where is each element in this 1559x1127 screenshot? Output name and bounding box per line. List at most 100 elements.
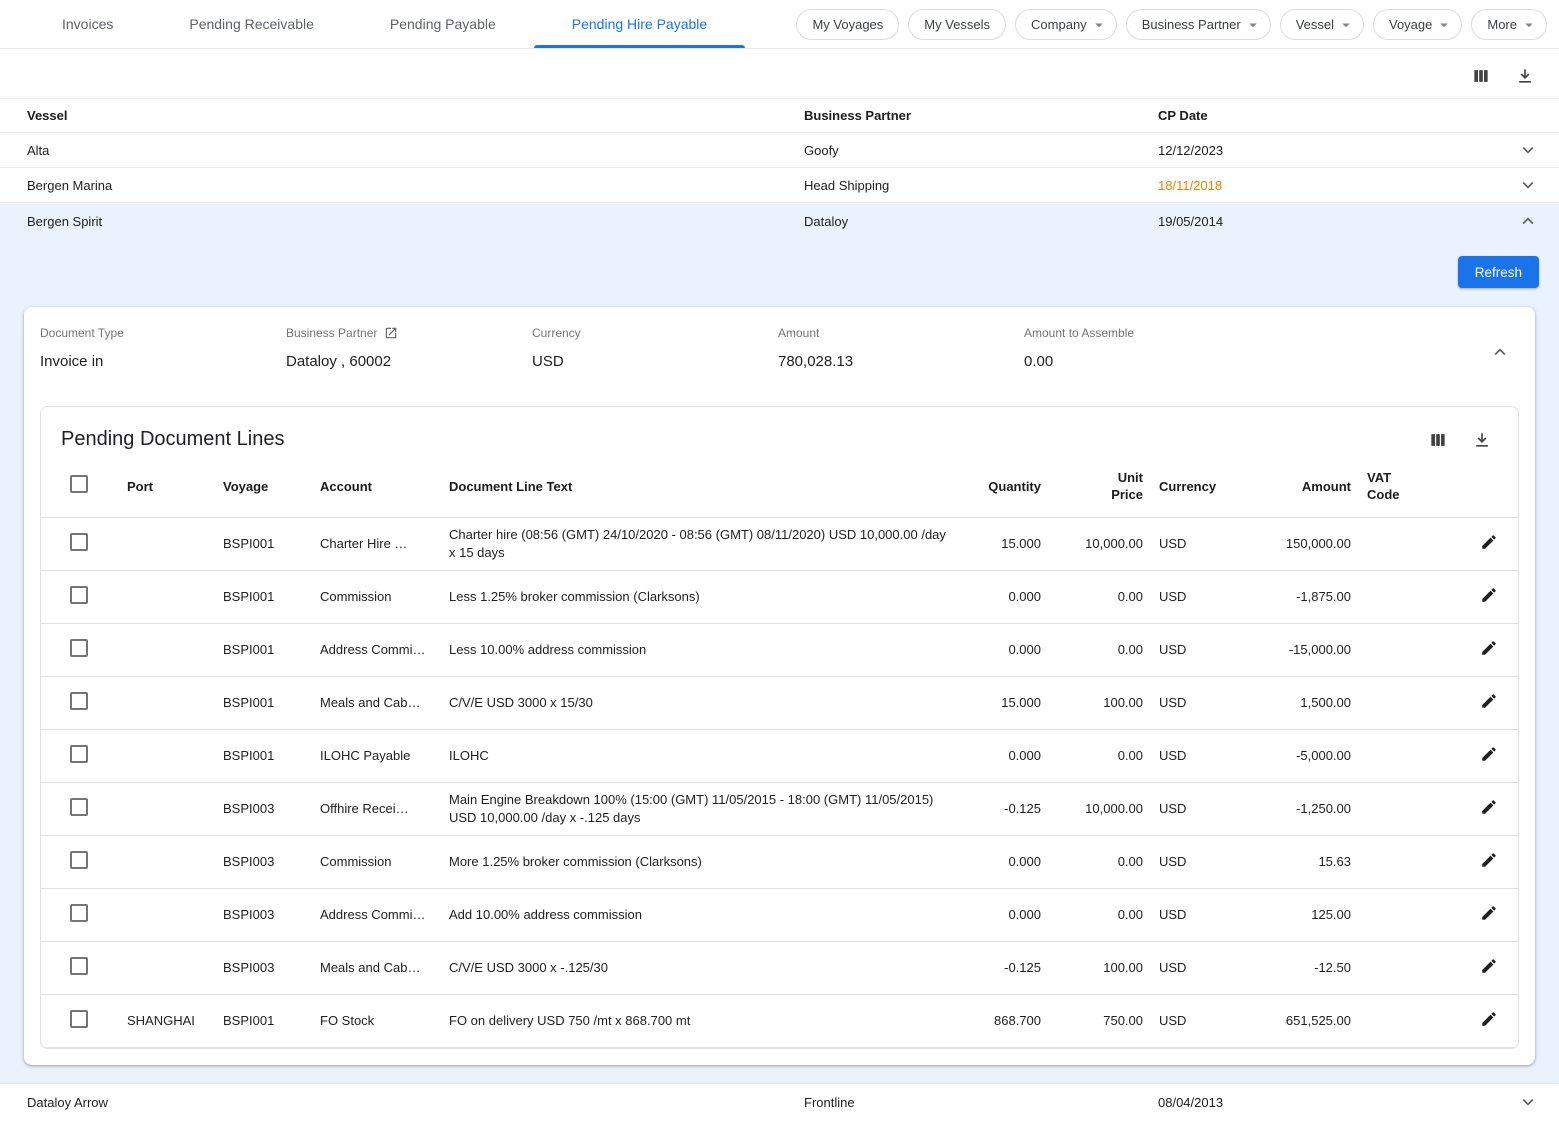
vessel-row-bergen-marina[interactable]: Bergen Marina Head Shipping 18/11/2018 (0, 168, 1559, 203)
chip-company[interactable]: Company (1015, 9, 1117, 40)
document-line-row[interactable]: BSPI001 ILOHC Payable ILOHC 0.000 0.00 U… (41, 730, 1519, 783)
field-label: Amount (778, 326, 819, 340)
filter-chip-bar: My Voyages My Vessels Company Business P… (796, 0, 1547, 48)
open-in-new-icon[interactable] (384, 326, 398, 340)
line-vat-code (1359, 730, 1455, 783)
row-checkbox[interactable] (70, 957, 88, 975)
edit-icon[interactable] (1480, 904, 1498, 922)
line-vat-code (1359, 889, 1455, 942)
vessel-row-alta[interactable]: Alta Goofy 12/12/2023 (0, 133, 1559, 168)
document-line-row[interactable]: BSPI003 Offhire Recei… Main Engine Break… (41, 783, 1519, 836)
tab-pending-receivable[interactable]: Pending Receivable (151, 0, 352, 48)
top-nav-bar: Invoices Pending Receivable Pending Paya… (0, 0, 1559, 49)
row-checkbox[interactable] (70, 586, 88, 604)
field-value: Invoice in (40, 353, 286, 370)
business-partner-name: Goofy (804, 143, 1158, 158)
line-currency: USD (1151, 677, 1239, 730)
line-vat-code (1359, 518, 1455, 571)
row-checkbox[interactable] (70, 639, 88, 657)
line-quantity: 0.000 (961, 624, 1049, 677)
document-line-row[interactable]: BSPI001 Address Commi… Less 10.00% addre… (41, 624, 1519, 677)
chip-my-voyages[interactable]: My Voyages (796, 9, 899, 40)
edit-icon[interactable] (1480, 639, 1498, 657)
tab-label: Pending Payable (390, 16, 496, 32)
line-amount: -5,000.00 (1239, 730, 1359, 783)
document-line-row[interactable]: BSPI001 Charter Hire … Charter hire (08:… (41, 518, 1519, 571)
chip-label: More (1487, 17, 1517, 32)
edit-icon[interactable] (1480, 745, 1498, 763)
row-checkbox[interactable] (70, 533, 88, 551)
chevron-down-icon[interactable] (1517, 139, 1559, 161)
tab-pending-hire-payable[interactable]: Pending Hire Payable (534, 0, 745, 48)
chip-voyage[interactable]: Voyage (1373, 9, 1462, 40)
edit-icon[interactable] (1480, 957, 1498, 975)
edit-icon[interactable] (1480, 692, 1498, 710)
lines-column-settings-icon[interactable] (1428, 430, 1448, 450)
chevron-up-icon[interactable] (1517, 210, 1559, 232)
vessel-row-bergen-spirit[interactable]: Bergen Spirit Dataloy 19/05/2014 (0, 203, 1559, 239)
document-line-row[interactable]: BSPI003 Meals and Cab… C/V/E USD 3000 x … (41, 942, 1519, 995)
field-label: Currency (532, 326, 581, 340)
lines-header-row: Port Voyage Account Document Line Text Q… (41, 463, 1519, 518)
line-account: Meals and Cab… (312, 677, 441, 730)
line-voyage: BSPI001 (215, 571, 312, 624)
col-voyage: Voyage (215, 463, 312, 518)
vessel-row-dataloy-arrow[interactable]: Dataloy Arrow Frontline 08/04/2013 (0, 1083, 1559, 1120)
edit-icon[interactable] (1480, 533, 1498, 551)
row-checkbox[interactable] (70, 1010, 88, 1028)
row-checkbox[interactable] (70, 745, 88, 763)
line-voyage: BSPI001 (215, 995, 312, 1048)
chip-my-vessels[interactable]: My Vessels (908, 9, 1006, 40)
line-vat-code (1359, 783, 1455, 836)
row-checkbox[interactable] (70, 692, 88, 710)
line-port: SHANGHAI (119, 995, 215, 1048)
chip-vessel[interactable]: Vessel (1280, 9, 1364, 40)
edit-icon[interactable] (1480, 851, 1498, 869)
tab-strip: Invoices Pending Receivable Pending Paya… (24, 0, 745, 48)
col-label: Unit Price (1101, 469, 1143, 503)
chevron-down-icon[interactable] (1517, 174, 1559, 196)
collapse-chevron-up-icon[interactable] (1489, 341, 1511, 363)
document-line-row[interactable]: BSPI001 Commission Less 1.25% broker com… (41, 571, 1519, 624)
line-amount: 125.00 (1239, 889, 1359, 942)
field-currency: Currency USD (532, 326, 778, 370)
lines-download-icon[interactable] (1472, 430, 1492, 450)
line-text: Less 10.00% address commission (441, 624, 961, 677)
col-amount: Amount (1239, 463, 1359, 518)
chip-more[interactable]: More (1471, 9, 1547, 40)
line-text: C/V/E USD 3000 x 15/30 (441, 677, 961, 730)
tab-pending-payable[interactable]: Pending Payable (352, 0, 534, 48)
document-line-row[interactable]: SHANGHAI BSPI001 FO Stock FO on delivery… (41, 995, 1519, 1048)
edit-icon[interactable] (1480, 798, 1498, 816)
line-currency: USD (1151, 889, 1239, 942)
tab-invoices[interactable]: Invoices (24, 0, 151, 48)
select-all-checkbox[interactable] (70, 475, 88, 493)
field-value: 0.00 (1024, 353, 1270, 370)
col-quantity: Quantity (961, 463, 1049, 518)
document-line-row[interactable]: BSPI001 Meals and Cab… C/V/E USD 3000 x … (41, 677, 1519, 730)
row-checkbox[interactable] (70, 798, 88, 816)
line-currency: USD (1151, 942, 1239, 995)
document-line-row[interactable]: BSPI003 Address Commi… Add 10.00% addres… (41, 889, 1519, 942)
col-vat-code: VAT Code (1359, 463, 1455, 518)
chip-business-partner[interactable]: Business Partner (1126, 9, 1271, 40)
line-quantity: -0.125 (961, 783, 1049, 836)
line-vat-code (1359, 624, 1455, 677)
column-settings-icon[interactable] (1471, 66, 1491, 86)
document-line-row[interactable]: BSPI003 Commission More 1.25% broker com… (41, 836, 1519, 889)
edit-icon[interactable] (1480, 586, 1498, 604)
line-account: Commission (312, 836, 441, 889)
refresh-button[interactable]: Refresh (1458, 256, 1539, 288)
document-summary: Document Type Invoice in Business Partne… (24, 307, 1535, 388)
line-voyage: BSPI003 (215, 889, 312, 942)
line-amount: 1,500.00 (1239, 677, 1359, 730)
dropdown-caret-icon (1520, 16, 1538, 34)
field-label: Document Type (40, 326, 124, 340)
row-checkbox[interactable] (70, 851, 88, 869)
chevron-down-icon[interactable] (1517, 1091, 1559, 1113)
download-icon[interactable] (1515, 66, 1535, 86)
edit-icon[interactable] (1480, 1010, 1498, 1028)
header-business-partner: Business Partner (804, 108, 1158, 123)
row-checkbox[interactable] (70, 904, 88, 922)
field-label: Amount to Assemble (1024, 326, 1134, 340)
